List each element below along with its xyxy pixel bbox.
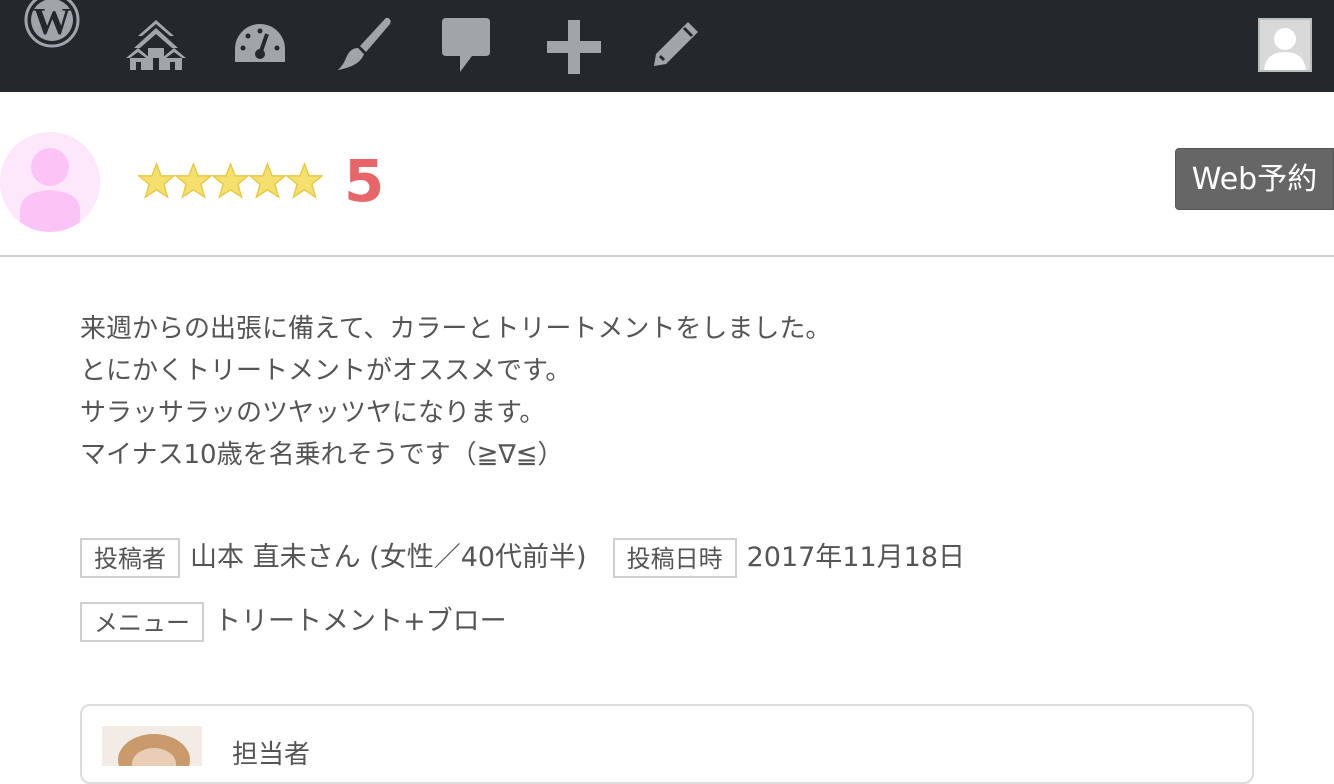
new-icon[interactable]: [547, 20, 601, 74]
poster-tag: 投稿者: [80, 538, 180, 578]
star-icon: [175, 162, 212, 199]
svg-text:W: W: [33, 1, 71, 43]
user-icon: [1260, 20, 1310, 70]
sites-icon[interactable]: [124, 18, 188, 72]
review-text: 来週からの出張に備えて、カラーとトリートメントをしました。 とにかくトリートメン…: [80, 308, 1260, 476]
admin-bar: W: [0, 0, 1334, 92]
web-reserve-button[interactable]: Web予約: [1175, 148, 1334, 210]
star-icon: [212, 162, 249, 199]
review-header: 5 Web予約: [0, 92, 1334, 257]
person-icon: [0, 132, 100, 232]
star-icon: [138, 162, 175, 199]
review-line: 来週からの出張に備えて、カラーとトリートメントをしました。: [80, 314, 832, 344]
review-line: マイナス10歳を名乗れそうです（≧∇≦）: [80, 440, 564, 470]
staff-photo: [102, 726, 202, 766]
star-icon: [249, 162, 286, 199]
rating-stars: [138, 162, 323, 199]
edit-icon[interactable]: [652, 20, 700, 68]
review-line: とにかくトリートメントがオススメです。: [80, 356, 572, 386]
reviewer-avatar: [0, 132, 100, 232]
poster-row: 投稿者 山本 直未さん (女性／40代前半) 投稿日時 2017年11月18日: [80, 538, 965, 578]
date-tag: 投稿日時: [612, 538, 737, 578]
staff-label: 担当者: [232, 740, 311, 770]
date-value: 2017年11月18日: [746, 542, 966, 573]
dashboard-icon[interactable]: [233, 22, 287, 66]
menu-tag: メニュー: [80, 602, 204, 642]
rating-number: 5: [344, 147, 385, 215]
menu-row: メニュー トリートメント+ブロー: [80, 602, 507, 642]
menu-value: トリートメント+ブロー: [214, 606, 507, 637]
comments-icon[interactable]: [442, 18, 490, 74]
user-avatar[interactable]: [1258, 18, 1312, 72]
star-icon: [286, 162, 323, 199]
poster-value: 山本 直未さん (女性／40代前半): [190, 542, 587, 573]
wordpress-icon[interactable]: W: [24, 0, 80, 50]
review-line: サラッサラッのツヤッツヤになります。: [80, 398, 546, 428]
customize-icon[interactable]: [336, 16, 394, 72]
